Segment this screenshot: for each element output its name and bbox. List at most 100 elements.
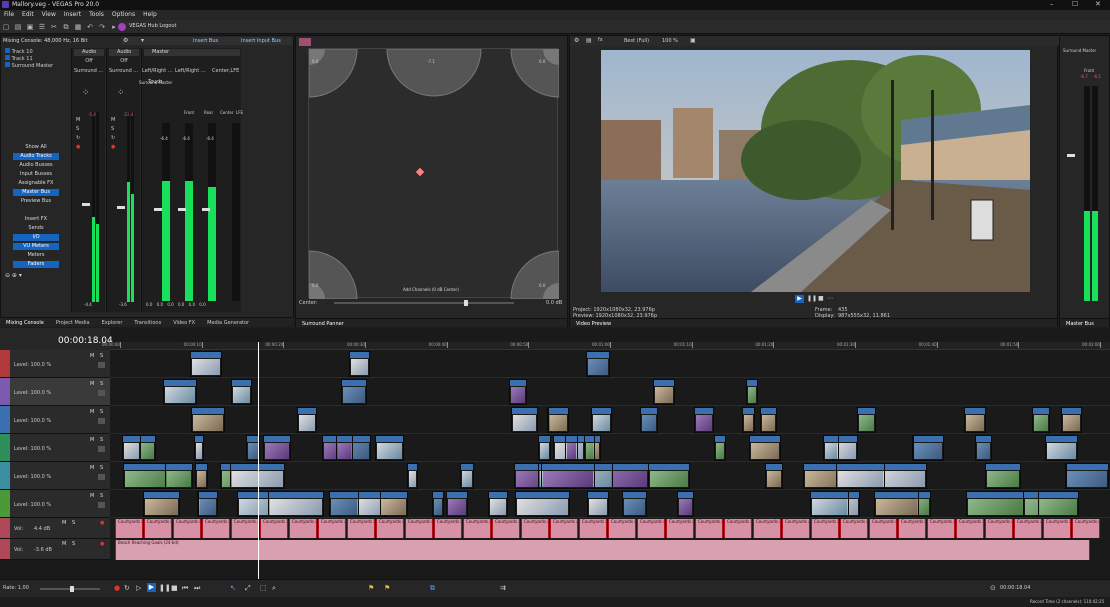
split-screen-icon[interactable]: ▤	[586, 37, 592, 44]
audio-clip[interactable]: Courtyards at Mallory	[1014, 519, 1042, 538]
mute-button[interactable]: M	[90, 381, 94, 387]
video-track-header[interactable]: Level: 100.0 % M S	[0, 434, 110, 462]
record-button[interactable]: ●	[114, 584, 120, 592]
audio-track-header[interactable]: Vol: 4.4 dB M S ●	[0, 518, 110, 539]
mixer-view-button[interactable]: I/O	[13, 234, 59, 241]
video-clip[interactable]	[565, 435, 579, 461]
video-clip[interactable]	[190, 351, 223, 377]
channel-name[interactable]: Audio	[109, 49, 139, 56]
video-clip[interactable]	[1065, 463, 1109, 489]
video-clip[interactable]	[748, 435, 781, 461]
audio-clip[interactable]: Courtyards at Mallory	[550, 519, 578, 538]
video-clip[interactable]	[1044, 435, 1078, 461]
channel-fader[interactable]	[117, 206, 125, 209]
mute-button[interactable]: M	[90, 353, 94, 359]
track-item[interactable]: Track 10	[5, 48, 67, 55]
redo-icon[interactable]: ↷	[97, 22, 107, 32]
audio-clip[interactable]: Courtyards at Mallory	[869, 519, 897, 538]
record-arm-icon[interactable]: ●	[100, 541, 104, 547]
copy-icon[interactable]: ⧉	[61, 22, 71, 32]
video-clip[interactable]	[432, 491, 444, 517]
go-to-icon[interactable]: ⊙	[990, 584, 996, 592]
center-slider[interactable]	[334, 300, 514, 306]
mute-button[interactable]: M	[90, 493, 94, 499]
video-clip[interactable]	[142, 491, 180, 517]
mixer-view-button[interactable]: Show All	[13, 144, 59, 151]
audio-clip[interactable]: Courtyards at Mallory	[840, 519, 868, 538]
audio-clip[interactable]: Courtyards at Mallory	[318, 519, 346, 538]
pause-button[interactable]: ❚❚	[807, 295, 817, 302]
tab-media-generator[interactable]: Media Generator	[201, 318, 255, 328]
video-clip[interactable]	[230, 379, 253, 405]
insert-bus-button[interactable]: Insert Bus	[193, 38, 218, 44]
tab-transitions[interactable]: Transitions	[128, 318, 167, 328]
tab-video-fx[interactable]: Video FX	[167, 318, 201, 328]
mixer-view-icon[interactable]: ▾	[141, 37, 144, 44]
mixer-view-button[interactable]: Meters	[13, 252, 59, 259]
insert-input-bus-button[interactable]: Insert Input Bus	[241, 38, 281, 44]
track-fx-icon[interactable]	[98, 390, 105, 396]
solo-button[interactable]: S	[100, 465, 103, 471]
menu-help[interactable]: Help	[139, 10, 161, 18]
video-clip[interactable]	[963, 407, 986, 433]
mute-button[interactable]: M	[90, 409, 94, 415]
mute-button[interactable]: M	[62, 520, 66, 526]
record-arm-icon[interactable]: ●	[100, 520, 104, 526]
audio-clip[interactable]: Courtyards at Mallory	[405, 519, 433, 538]
audio-clip[interactable]: Courtyards at Mallory	[637, 519, 665, 538]
video-clip[interactable]	[835, 463, 885, 489]
video-clip[interactable]	[764, 463, 784, 489]
video-clip[interactable]	[194, 463, 208, 489]
menu-insert[interactable]: Insert	[60, 10, 85, 18]
video-clip[interactable]	[193, 435, 205, 461]
video-clip[interactable]	[587, 491, 609, 517]
video-track-header[interactable]: Level: 100.0 % M S	[0, 490, 110, 518]
video-clip[interactable]	[296, 407, 318, 433]
video-clip[interactable]	[585, 351, 610, 377]
audio-clip[interactable]: Courtyards at Mallory	[521, 519, 549, 538]
channel-pan-mode[interactable]: Surround ...	[74, 68, 103, 74]
maximize-icon[interactable]: ☐	[1072, 0, 1078, 8]
video-clip[interactable]	[163, 379, 197, 405]
audio-clip[interactable]: Courtyards at Mallory	[956, 519, 984, 538]
channel-name[interactable]: Audio	[74, 49, 104, 56]
audio-clip[interactable]: Courtyards at Mallory	[492, 519, 520, 538]
video-clip[interactable]	[336, 435, 354, 461]
music-clip[interactable]: Beach Reaching Goals (24-bit)	[115, 540, 1090, 560]
audio-clip[interactable]: Courtyards at Mallory	[231, 519, 259, 538]
audio-clip[interactable]: Courtyards at Mallory	[753, 519, 781, 538]
mixer-view-button[interactable]: Faders	[13, 261, 59, 268]
auto-ripple-icon[interactable]: ⇉	[500, 584, 506, 592]
video-clip[interactable]	[856, 407, 876, 433]
video-clip[interactable]	[267, 491, 324, 517]
play-button[interactable]: ▶	[147, 583, 156, 592]
tab-project-media[interactable]: Project Media	[50, 318, 96, 328]
video-clip[interactable]	[647, 463, 691, 489]
video-track-lane[interactable]	[110, 350, 1110, 378]
mute-button[interactable]: M	[62, 541, 66, 547]
mixer-view-button[interactable]: Assignable FX	[13, 180, 59, 187]
fx-icon[interactable]: fx	[598, 37, 603, 43]
audio-clip[interactable]: Courtyards at Mallory	[347, 519, 375, 538]
audio-clip[interactable]: Courtyards at Mallory	[666, 519, 694, 538]
mixer-view-button[interactable]: Preview Bus	[13, 198, 59, 205]
panner-field[interactable]: 0.0 -7.1 0.0 0.0 0.0 Add Channels (0 dB …	[308, 48, 559, 299]
stop-button[interactable]: ■	[171, 584, 178, 592]
video-clip[interactable]	[984, 463, 1022, 489]
stop-button[interactable]: ■	[818, 295, 824, 302]
audio-clip[interactable]: Courtyards at Mallory	[144, 519, 172, 538]
loop-button[interactable]: ↻	[124, 584, 130, 592]
edit-tool-icon[interactable]: ↖	[230, 584, 236, 592]
surround-pan-icon[interactable]: ⁘	[117, 88, 125, 98]
video-track-header[interactable]: Level: 100.0 % M S	[0, 462, 110, 490]
selection-tool-icon[interactable]: ⬚	[260, 584, 267, 592]
menu-view[interactable]: View	[38, 10, 60, 18]
video-clip[interactable]	[676, 491, 694, 517]
solo-button[interactable]: S	[100, 409, 103, 415]
audio-clip[interactable]: Courtyards at Mallory	[260, 519, 288, 538]
video-clip[interactable]	[340, 379, 368, 405]
more-icon[interactable]: ⋯	[827, 295, 833, 302]
video-clip[interactable]	[873, 491, 919, 517]
audio-clip[interactable]: Courtyards at Mallory	[1072, 519, 1100, 538]
video-clip[interactable]	[590, 407, 612, 433]
